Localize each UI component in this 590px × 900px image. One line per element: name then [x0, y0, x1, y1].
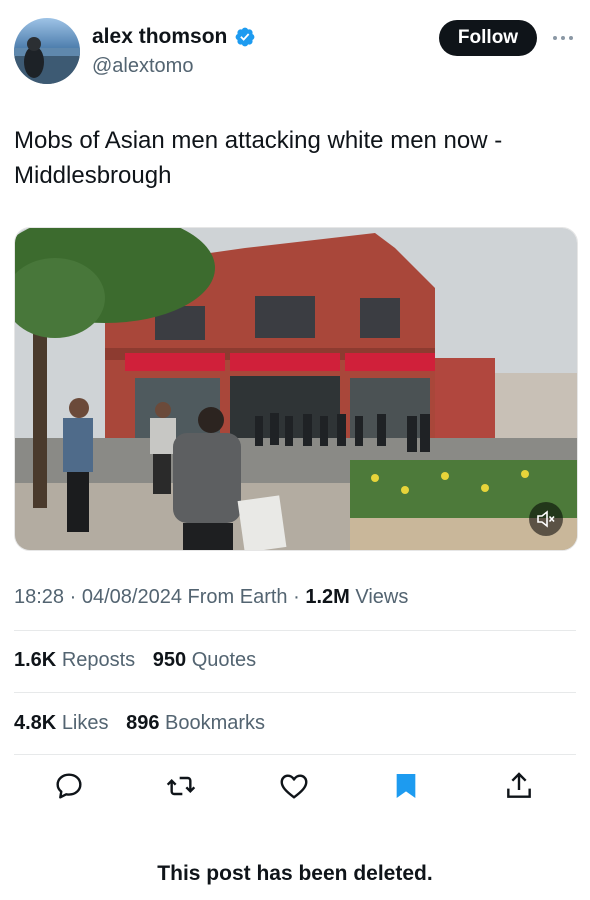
tweet-meta: 18:28 · 04/08/2024 From Earth · 1.2M Vie…: [14, 586, 408, 609]
divider: [14, 754, 576, 755]
author-handle[interactable]: @alextomo: [92, 55, 193, 78]
bookmarks-label: Bookmarks: [165, 712, 266, 734]
stats-row-likes: 4.8K Likes 896 Bookmarks: [14, 712, 277, 735]
divider: [14, 630, 576, 631]
reposts-label: Reposts: [61, 649, 136, 671]
tweet-source: From Earth: [187, 586, 288, 608]
quotes-count: 950: [152, 649, 187, 671]
tweet-time: 18:28: [14, 586, 65, 608]
more-icon[interactable]: [551, 28, 575, 48]
deleted-notice: This post has been deleted.: [157, 862, 433, 885]
tweet-date: 04/08/2024: [81, 586, 182, 608]
bookmarks-stat[interactable]: 896 Bookmarks: [126, 712, 265, 734]
repost-icon[interactable]: [165, 770, 197, 802]
speaker-muted-icon: [537, 510, 555, 528]
separator-dot: ·: [69, 586, 82, 608]
bookmark-icon[interactable]: [390, 770, 422, 802]
mute-button[interactable]: [529, 502, 563, 536]
likes-stat[interactable]: 4.8K Likes: [14, 712, 114, 734]
follow-button[interactable]: Follow: [439, 20, 537, 56]
reposts-count: 1.6K: [14, 649, 57, 671]
likes-label: Likes: [61, 712, 109, 734]
quotes-label: Quotes: [191, 649, 257, 671]
likes-count: 4.8K: [14, 712, 57, 734]
verified-badge-icon: [235, 27, 255, 47]
tweet-media[interactable]: [14, 227, 578, 551]
action-bar: [0, 770, 590, 810]
reply-icon[interactable]: [53, 770, 85, 802]
views-label: Views: [355, 586, 409, 608]
quotes-stat[interactable]: 950 Quotes: [153, 649, 256, 671]
street-scene-image: [15, 228, 577, 550]
share-icon[interactable]: [503, 770, 535, 802]
tweet-text: Mobs of Asian men attacking white men no…: [14, 127, 503, 189]
divider: [14, 692, 576, 693]
stats-row-reposts: 1.6K Reposts 950 Quotes: [14, 649, 268, 672]
avatar[interactable]: [14, 18, 80, 84]
views-count: 1.2M: [305, 586, 350, 608]
bookmarks-count: 896: [126, 712, 160, 734]
author-name[interactable]: alex thomson: [92, 25, 227, 49]
separator-dot: ·: [293, 586, 306, 608]
like-icon[interactable]: [278, 770, 310, 802]
reposts-stat[interactable]: 1.6K Reposts: [14, 649, 141, 671]
